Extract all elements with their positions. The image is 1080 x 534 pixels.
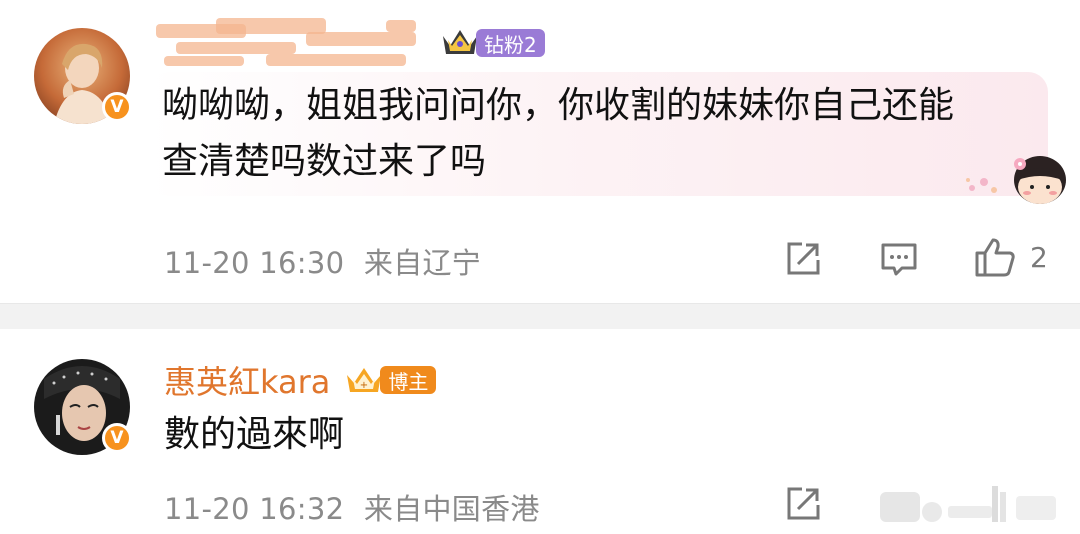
comment-text: 呦呦呦，姐姐我问问你，你收割的妹妹你自己还能	[162, 85, 955, 126]
share-icon	[787, 487, 820, 520]
location: 来自中国香港	[363, 492, 540, 526]
name-row: 钻粉2	[156, 14, 545, 72]
location: 来自辽宁	[363, 246, 482, 280]
comment-item: V 钻粉2 呦呦呦，姐姐我问问你，你收割的妹妹你自己还能 查清楚吗数过来了吗 1…	[0, 0, 1080, 303]
avatar[interactable]: V	[34, 28, 132, 124]
like-count: 2	[1030, 240, 1048, 274]
section-divider	[0, 303, 1080, 329]
timestamp: 11-20 16:32	[164, 492, 345, 526]
verified-badge: V	[102, 423, 132, 453]
like-button[interactable]: 2	[974, 236, 1048, 278]
avatar[interactable]: V	[34, 359, 132, 455]
comment-text-line2: 查清楚吗数过来了吗	[162, 141, 487, 182]
fan-badge-label: 钻粉2	[476, 29, 545, 57]
cartoon-girl-sticker	[966, 156, 1066, 204]
blogger-badge-label: 博主	[380, 366, 437, 394]
blogger-badge[interactable]: + 博主	[344, 363, 437, 397]
username[interactable]: 惠英紅kara	[164, 357, 330, 403]
comment-meta: 11-20 16:30 来自辽宁	[164, 240, 481, 282]
timestamp: 11-20 16:30	[164, 246, 345, 280]
redacted-username[interactable]	[156, 14, 426, 72]
name-row: 惠英紅kara + 博主	[164, 357, 437, 403]
thumbs-up-icon	[975, 238, 1015, 277]
comment-text: 數的過來啊	[164, 414, 345, 455]
comment-icon	[881, 243, 917, 276]
crown-icon: +	[347, 368, 382, 392]
share-button[interactable]	[784, 485, 822, 523]
fan-badge[interactable]: 钻粉2	[440, 26, 545, 60]
watermark-icon	[880, 486, 1056, 522]
comment-meta: 11-20 16:32 来自中国香港	[164, 486, 540, 528]
share-button[interactable]	[784, 240, 822, 278]
share-icon	[787, 242, 820, 275]
comment-button[interactable]	[880, 240, 918, 278]
crown-icon	[443, 30, 477, 54]
svg-text:+: +	[360, 380, 368, 391]
verified-badge: V	[102, 92, 132, 122]
